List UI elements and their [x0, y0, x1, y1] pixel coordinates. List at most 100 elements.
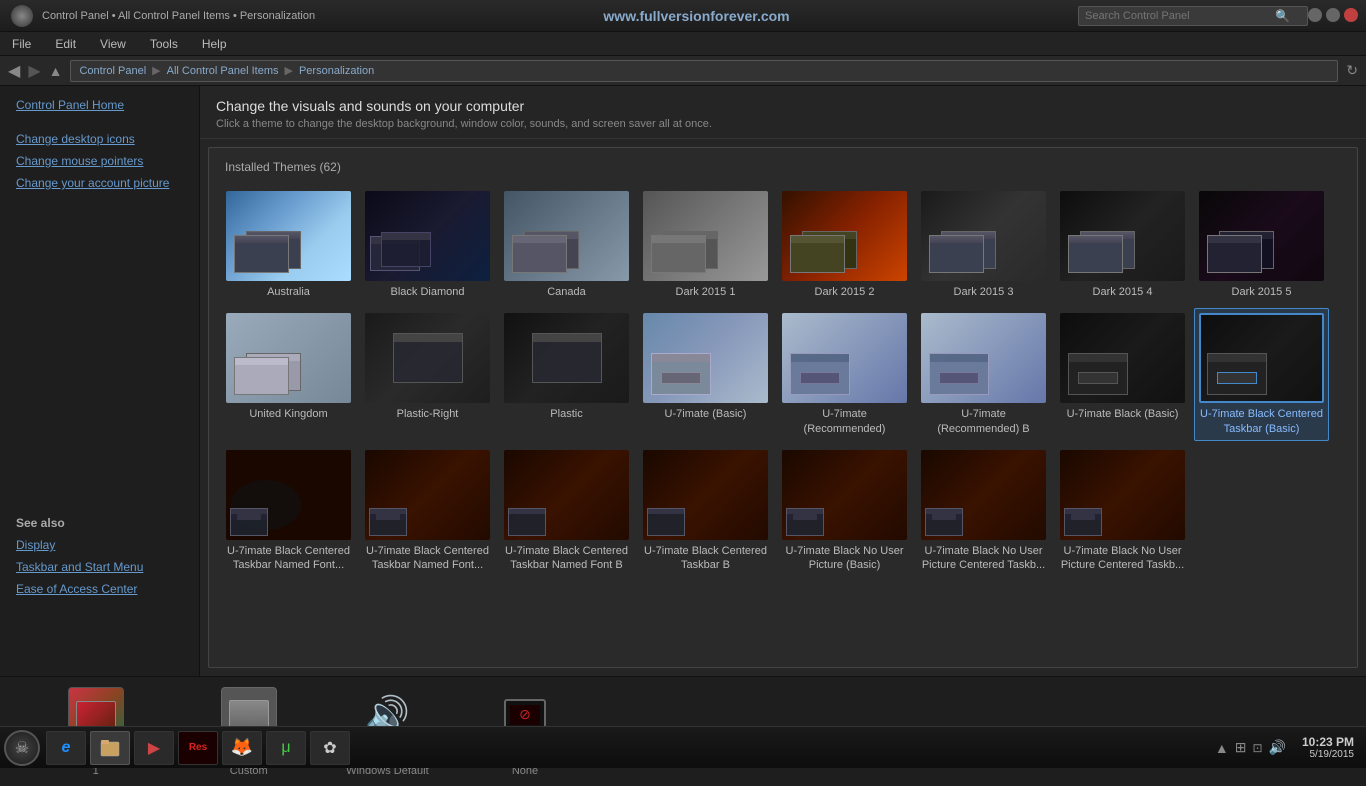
theme-horse1[interactable]: U-7imate Black Centered Taskbar Named Fo…	[221, 445, 356, 578]
nav-up[interactable]: ▲	[49, 63, 63, 79]
theme-u7black-ct-basic[interactable]: U-7imate Black Centered Taskbar (Basic)	[1194, 308, 1329, 441]
main-area: Control Panel Home Change desktop icons …	[0, 86, 1366, 676]
taskbar-app-res[interactable]: Res	[178, 731, 218, 765]
theme-dark2015-1[interactable]: Dark 2015 1	[638, 186, 773, 304]
theme-uk[interactable]: United Kingdom	[221, 308, 356, 441]
system-tray: ▲ ⊞ ⊡ 🔊	[1207, 739, 1294, 756]
theme-u7black-basic[interactable]: U-7imate Black (Basic)	[1055, 308, 1190, 441]
sidebar-link-mouse-pointers[interactable]: Change mouse pointers	[0, 150, 199, 172]
theme-plastic-right[interactable]: Plastic-Right	[360, 308, 495, 441]
theme-dark2015-2[interactable]: Dark 2015 2	[777, 186, 912, 304]
theme-canada[interactable]: Canada	[499, 186, 634, 304]
theme-black-diamond[interactable]: Black Diamond	[360, 186, 495, 304]
theme-dark2015-3-label: Dark 2015 3	[921, 285, 1046, 299]
content-area: Change the visuals and sounds on your co…	[200, 86, 1366, 676]
nav-forward[interactable]: ▶	[28, 61, 40, 81]
theme-dark2015-4-label: Dark 2015 4	[1060, 285, 1185, 299]
theme-u7basic-label: U-7imate (Basic)	[643, 407, 768, 421]
theme-horse5[interactable]: U-7imate Black No User Picture (Basic)	[777, 445, 912, 578]
theme-horse6-label: U-7imate Black No User Picture Centered …	[921, 544, 1046, 573]
theme-horse3[interactable]: U-7imate Black Centered Taskbar Named Fo…	[499, 445, 634, 578]
theme-horse2-label: U-7imate Black Centered Taskbar Named Fo…	[365, 544, 490, 573]
page-title: Change the visuals and sounds on your co…	[216, 98, 1350, 114]
sidebar-link-account-picture[interactable]: Change your account picture	[0, 172, 199, 194]
theme-u7black-ct-basic-label: U-7imate Black Centered Taskbar (Basic)	[1199, 407, 1324, 436]
path-cp[interactable]: Control Panel	[79, 65, 146, 77]
theme-australia-label: Australia	[226, 285, 351, 299]
theme-u7recb[interactable]: U-7imate (Recommended) B	[916, 308, 1051, 441]
titlebar: Control Panel • All Control Panel Items …	[0, 0, 1366, 32]
content-header: Change the visuals and sounds on your co…	[200, 86, 1366, 139]
start-button[interactable]: ☠	[4, 730, 40, 766]
theme-horse4-label: U-7imate Black Centered Taskbar B	[643, 544, 768, 573]
title-logo	[8, 2, 36, 30]
sidebar-link-ease-access[interactable]: Ease of Access Center	[0, 578, 200, 600]
theme-u7rec[interactable]: U-7imate (Recommended)	[777, 308, 912, 441]
theme-australia[interactable]: Australia	[221, 186, 356, 304]
taskbar-app-torrent[interactable]: μ	[266, 731, 306, 765]
menu-help[interactable]: Help	[198, 35, 231, 53]
close-btn[interactable]	[1344, 8, 1358, 22]
refresh-btn[interactable]: ↻	[1346, 62, 1358, 79]
theme-horse6[interactable]: U-7imate Black No User Picture Centered …	[916, 445, 1051, 578]
clock-date: 5/19/2015	[1302, 749, 1354, 760]
sidebar-link-display[interactable]: Display	[0, 534, 200, 556]
theme-horse5-label: U-7imate Black No User Picture (Basic)	[782, 544, 907, 573]
themes-area[interactable]: Installed Themes (62) Australia Black D	[208, 147, 1358, 668]
theme-uk-label: United Kingdom	[226, 407, 351, 421]
theme-horse2[interactable]: U-7imate Black Centered Taskbar Named Fo…	[360, 445, 495, 578]
path-all-cp[interactable]: All Control Panel Items	[167, 65, 279, 77]
search-icon: 🔍	[1275, 9, 1290, 23]
address-bar: ◀ ▶ ▲ Control Panel ▶ All Control Panel …	[0, 56, 1366, 86]
see-also-label: See also	[0, 512, 200, 534]
taskbar-app-extra[interactable]: ✿	[310, 731, 350, 765]
tray-display[interactable]: ⊡	[1252, 741, 1262, 755]
theme-u7recb-label: U-7imate (Recommended) B	[921, 407, 1046, 436]
search-box: 🔍	[1078, 6, 1308, 26]
clock-time: 10:23 PM	[1302, 735, 1354, 749]
path-personalization[interactable]: Personalization	[299, 65, 374, 77]
theme-dark2015-3[interactable]: Dark 2015 3	[916, 186, 1051, 304]
sidebar-link-cp-home[interactable]: Control Panel Home	[0, 94, 199, 116]
breadcrumb: Control Panel • All Control Panel Items …	[42, 10, 315, 22]
theme-dark2015-1-label: Dark 2015 1	[643, 285, 768, 299]
menubar: File Edit View Tools Help	[0, 32, 1366, 56]
tray-expand[interactable]: ▲	[1215, 740, 1229, 756]
theme-u7basic[interactable]: U-7imate (Basic)	[638, 308, 773, 441]
nav-back[interactable]: ◀	[8, 61, 20, 81]
theme-dark2015-5[interactable]: Dark 2015 5	[1194, 186, 1329, 304]
theme-horse3-label: U-7imate Black Centered Taskbar Named Fo…	[504, 544, 629, 573]
search-input[interactable]	[1085, 10, 1275, 22]
page-subtitle: Click a theme to change the desktop back…	[216, 118, 1350, 130]
theme-dark2015-4[interactable]: Dark 2015 4	[1055, 186, 1190, 304]
taskbar-app-ie[interactable]: e	[46, 731, 86, 765]
themes-label: Installed Themes (62)	[217, 156, 1349, 182]
theme-u7rec-label: U-7imate (Recommended)	[782, 407, 907, 436]
taskbar-app-firefox[interactable]: 🦊	[222, 731, 262, 765]
taskbar-app-media[interactable]: ▶	[134, 731, 174, 765]
taskbar-app-explorer[interactable]	[90, 731, 130, 765]
tray-network[interactable]: ⊞	[1235, 739, 1247, 756]
theme-canada-label: Canada	[504, 285, 629, 299]
menu-file[interactable]: File	[8, 35, 35, 53]
taskbar-clock[interactable]: 10:23 PM 5/19/2015	[1294, 735, 1362, 760]
minimize-btn[interactable]	[1308, 8, 1322, 22]
theme-plastic-label: Plastic	[504, 407, 629, 421]
themes-grid: Australia Black Diamond Canada	[217, 182, 1349, 581]
address-path: Control Panel ▶ All Control Panel Items …	[70, 60, 1338, 82]
menu-tools[interactable]: Tools	[146, 35, 182, 53]
titlebar-win-buttons	[1308, 8, 1358, 22]
theme-horse7[interactable]: U-7imate Black No User Picture Centered …	[1055, 445, 1190, 578]
maximize-btn[interactable]	[1326, 8, 1340, 22]
sidebar-link-taskbar-start[interactable]: Taskbar and Start Menu	[0, 556, 200, 578]
theme-plastic-right-label: Plastic-Right	[365, 407, 490, 421]
theme-horse4[interactable]: U-7imate Black Centered Taskbar B	[638, 445, 773, 578]
theme-black-diamond-label: Black Diamond	[365, 285, 490, 299]
menu-edit[interactable]: Edit	[51, 35, 80, 53]
theme-dark2015-2-label: Dark 2015 2	[782, 285, 907, 299]
sidebar-link-desktop-icons[interactable]: Change desktop icons	[0, 128, 199, 150]
tray-volume[interactable]: 🔊	[1269, 739, 1286, 756]
theme-plastic[interactable]: Plastic	[499, 308, 634, 441]
menu-view[interactable]: View	[96, 35, 130, 53]
watermark: www.fullversionforever.com	[315, 8, 1078, 24]
